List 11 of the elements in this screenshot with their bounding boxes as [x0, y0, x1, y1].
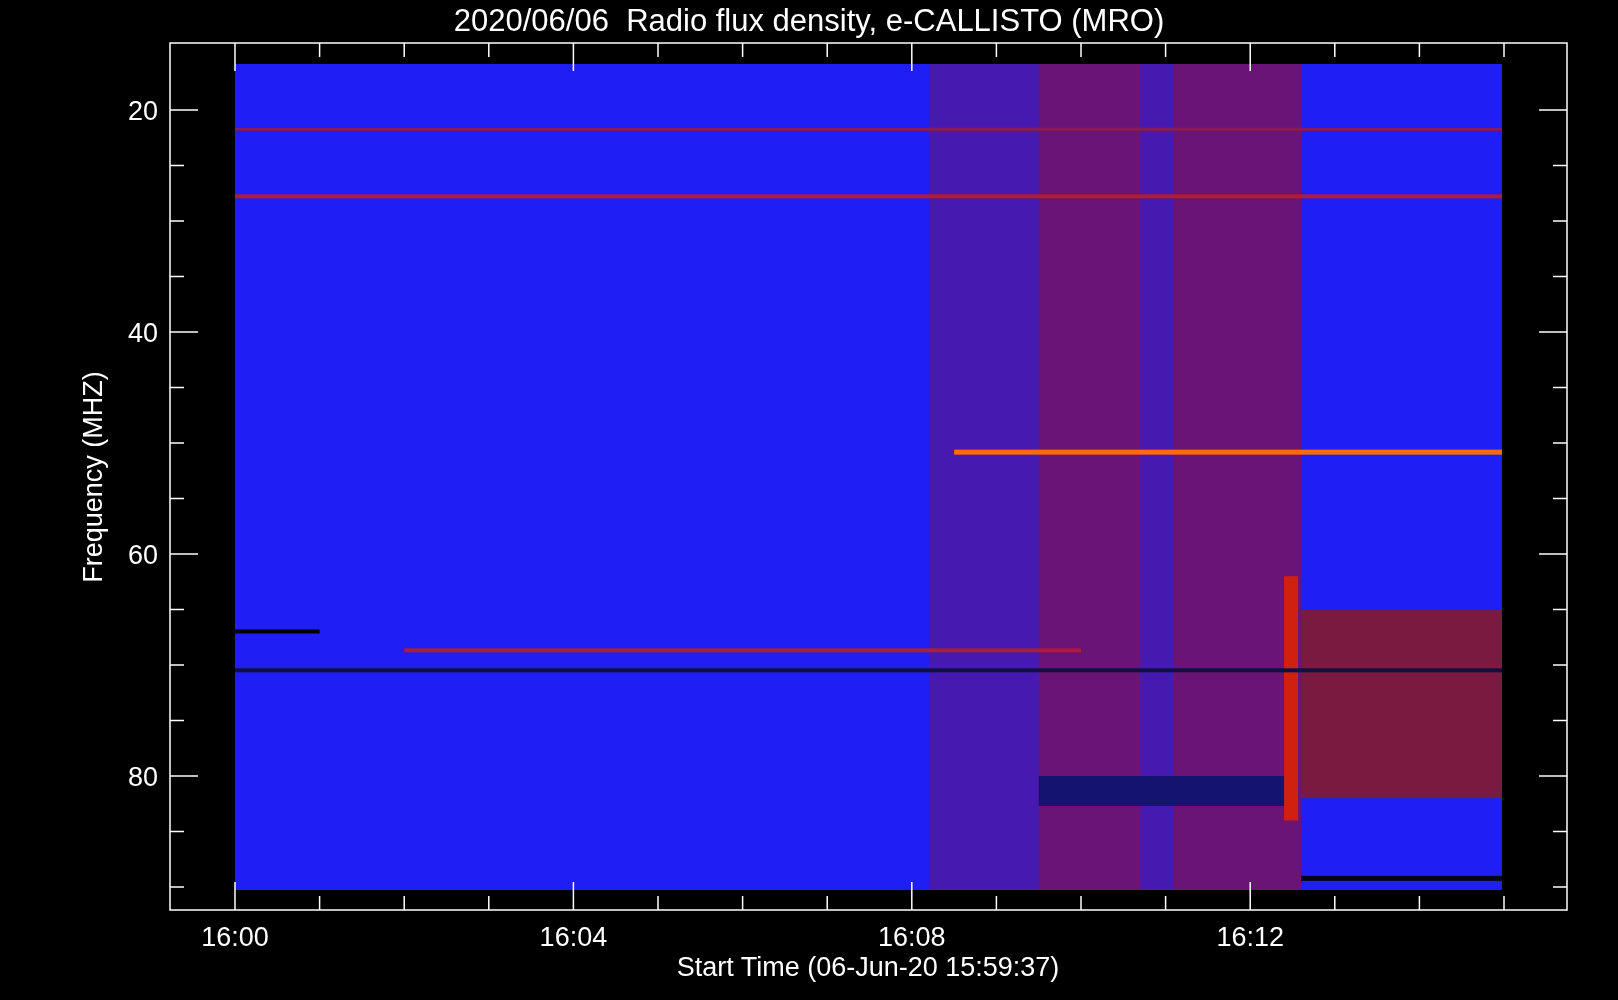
- x-tick-label: 16:12: [1216, 922, 1284, 952]
- y-tick-label: 60: [127, 540, 158, 570]
- x-tick-label: 16:08: [878, 922, 946, 952]
- chart-title: 2020/06/06 Radio flux density, e-CALLISTO (MRO): [453, 3, 1165, 38]
- x-axis-label: Start Time (06-Jun-20 15:59:37): [676, 952, 1060, 982]
- y-tick-label: 40: [127, 318, 158, 348]
- y-axis-label: Frequency (MHZ): [78, 371, 108, 583]
- x-tick-label: 16:00: [201, 922, 269, 952]
- y-tick-label: 80: [127, 762, 158, 792]
- x-tick-label: 16:04: [539, 922, 608, 952]
- y-tick-label: 20: [127, 96, 158, 126]
